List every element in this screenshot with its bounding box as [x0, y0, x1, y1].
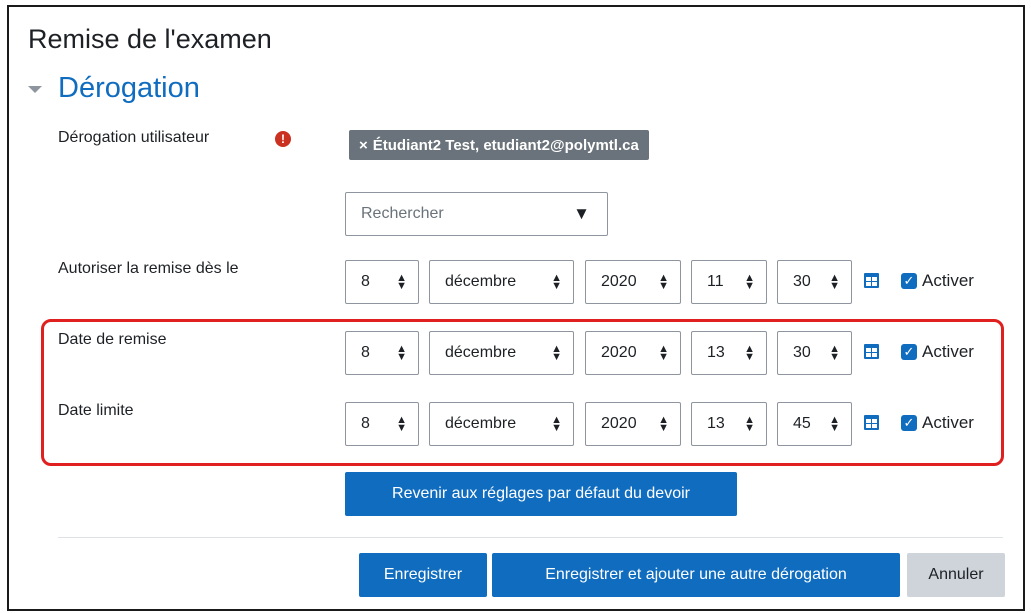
select-arrows-icon: ▲ ▼: [744, 343, 755, 363]
year-value: 2020: [601, 273, 637, 290]
select-arrows-icon: ▲ ▼: [551, 343, 562, 363]
month-value: décembre: [445, 273, 517, 290]
month-select[interactable]: décembre ▲ ▼: [429, 402, 574, 446]
calendar-icon[interactable]: [864, 415, 879, 430]
minute-value: 30: [793, 344, 811, 361]
year-select[interactable]: 2020 ▲ ▼: [585, 402, 681, 446]
day-value: 8: [361, 415, 370, 432]
select-arrows-icon: ▲ ▼: [658, 272, 669, 292]
hour-value: 13: [707, 344, 725, 361]
save-add-another-button[interactable]: Enregistrer et ajouter une autre dérogat…: [492, 553, 900, 597]
select-arrows-icon: ▲ ▼: [658, 414, 669, 434]
reset-defaults-button[interactable]: Revenir aux réglages par défaut du devoi…: [345, 472, 737, 516]
selected-user-text: Étudiant2 Test, etudiant2@polymtl.ca: [372, 136, 639, 154]
select-arrows-icon: ▲ ▼: [551, 414, 562, 434]
day-select[interactable]: 8 ▲ ▼: [345, 331, 419, 375]
due-date-label: Date de remise: [58, 331, 167, 348]
select-arrows-icon: ▲ ▼: [829, 272, 840, 292]
select-arrows-icon: ▲ ▼: [551, 272, 562, 292]
day-select[interactable]: 8 ▲ ▼: [345, 402, 419, 446]
selected-user-chip[interactable]: × Étudiant2 Test, etudiant2@polymtl.ca: [349, 130, 649, 160]
cutoff-date-label: Date limite: [58, 402, 134, 419]
calendar-icon[interactable]: [864, 273, 879, 288]
enable-checkbox[interactable]: ✓: [901, 273, 917, 289]
enable-label: Activer: [922, 413, 974, 432]
minute-select[interactable]: 30 ▲ ▼: [777, 260, 852, 304]
section-title: Dérogation: [58, 72, 200, 104]
cancel-button[interactable]: Annuler: [907, 553, 1005, 597]
allow-submissions-label: Autoriser la remise dès le: [58, 260, 239, 277]
user-override-label: Dérogation utilisateur: [58, 129, 210, 146]
month-value: décembre: [445, 344, 517, 361]
user-search-input[interactable]: Rechercher ▼: [345, 192, 608, 236]
select-arrows-icon: ▲ ▼: [396, 414, 407, 434]
day-select[interactable]: 8 ▲ ▼: [345, 260, 419, 304]
save-button[interactable]: Enregistrer: [359, 553, 487, 597]
year-select[interactable]: 2020 ▲ ▼: [585, 260, 681, 304]
select-arrows-icon: ▲ ▼: [396, 343, 407, 363]
day-value: 8: [361, 273, 370, 290]
search-placeholder: Rechercher: [361, 205, 444, 222]
select-arrows-icon: ▲ ▼: [658, 343, 669, 363]
select-arrows-icon: ▲ ▼: [829, 343, 840, 363]
day-value: 8: [361, 344, 370, 361]
year-value: 2020: [601, 344, 637, 361]
hour-select[interactable]: 11 ▲ ▼: [691, 260, 767, 304]
minute-value: 30: [793, 273, 811, 290]
required-icon: !: [275, 131, 291, 147]
select-arrows-icon: ▲ ▼: [396, 272, 407, 292]
remove-icon[interactable]: ×: [359, 137, 368, 154]
footer-divider: [58, 537, 1003, 538]
month-select[interactable]: décembre ▲ ▼: [429, 331, 574, 375]
enable-label: Activer: [922, 342, 974, 361]
enable-checkbox[interactable]: ✓: [901, 415, 917, 431]
calendar-icon[interactable]: [864, 344, 879, 359]
month-select[interactable]: décembre ▲ ▼: [429, 260, 574, 304]
year-select[interactable]: 2020 ▲ ▼: [585, 331, 681, 375]
minute-select[interactable]: 30 ▲ ▼: [777, 331, 852, 375]
hour-value: 11: [707, 273, 724, 290]
select-arrows-icon: ▲ ▼: [744, 414, 755, 434]
enable-checkbox[interactable]: ✓: [901, 344, 917, 360]
enable-label: Activer: [922, 271, 974, 290]
page-title: Remise de l'examen: [28, 24, 272, 54]
minute-value: 45: [793, 415, 811, 432]
hour-select[interactable]: 13 ▲ ▼: [691, 331, 767, 375]
section-header-toggle[interactable]: Dérogation: [28, 72, 200, 105]
year-value: 2020: [601, 415, 637, 432]
dropdown-arrow-icon[interactable]: ▼: [573, 204, 590, 224]
select-arrows-icon: ▲ ▼: [829, 414, 840, 434]
minute-select[interactable]: 45 ▲ ▼: [777, 402, 852, 446]
chevron-down-icon: [28, 86, 42, 93]
select-arrows-icon: ▲ ▼: [744, 272, 755, 292]
hour-select[interactable]: 13 ▲ ▼: [691, 402, 767, 446]
hour-value: 13: [707, 415, 725, 432]
month-value: décembre: [445, 415, 517, 432]
